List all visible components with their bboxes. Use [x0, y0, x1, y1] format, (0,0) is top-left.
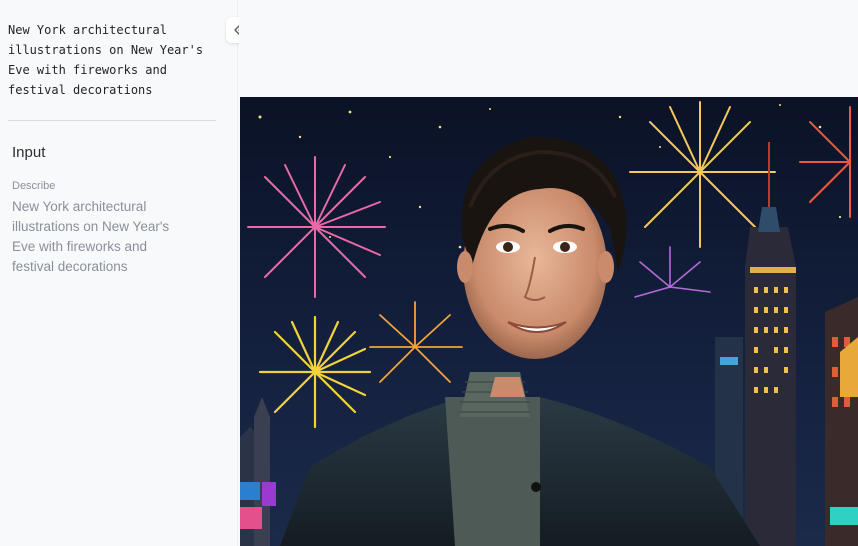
- main-panel: [239, 0, 858, 546]
- describe-value: New York architectural illustrations on …: [12, 199, 170, 274]
- generated-image[interactable]: [240, 97, 858, 546]
- firework-yellow-left: [258, 315, 372, 429]
- sidebar-divider: [8, 120, 216, 121]
- describe-label: Describe: [12, 180, 56, 192]
- section-title-input: Input: [12, 144, 46, 161]
- sidebar: New York architectural illustrations on …: [0, 0, 238, 546]
- app-window: New York architectural illustrations on …: [0, 0, 858, 546]
- portrait-illustration: [240, 97, 858, 546]
- prompt-text: New York architectural illustrations on …: [8, 23, 204, 97]
